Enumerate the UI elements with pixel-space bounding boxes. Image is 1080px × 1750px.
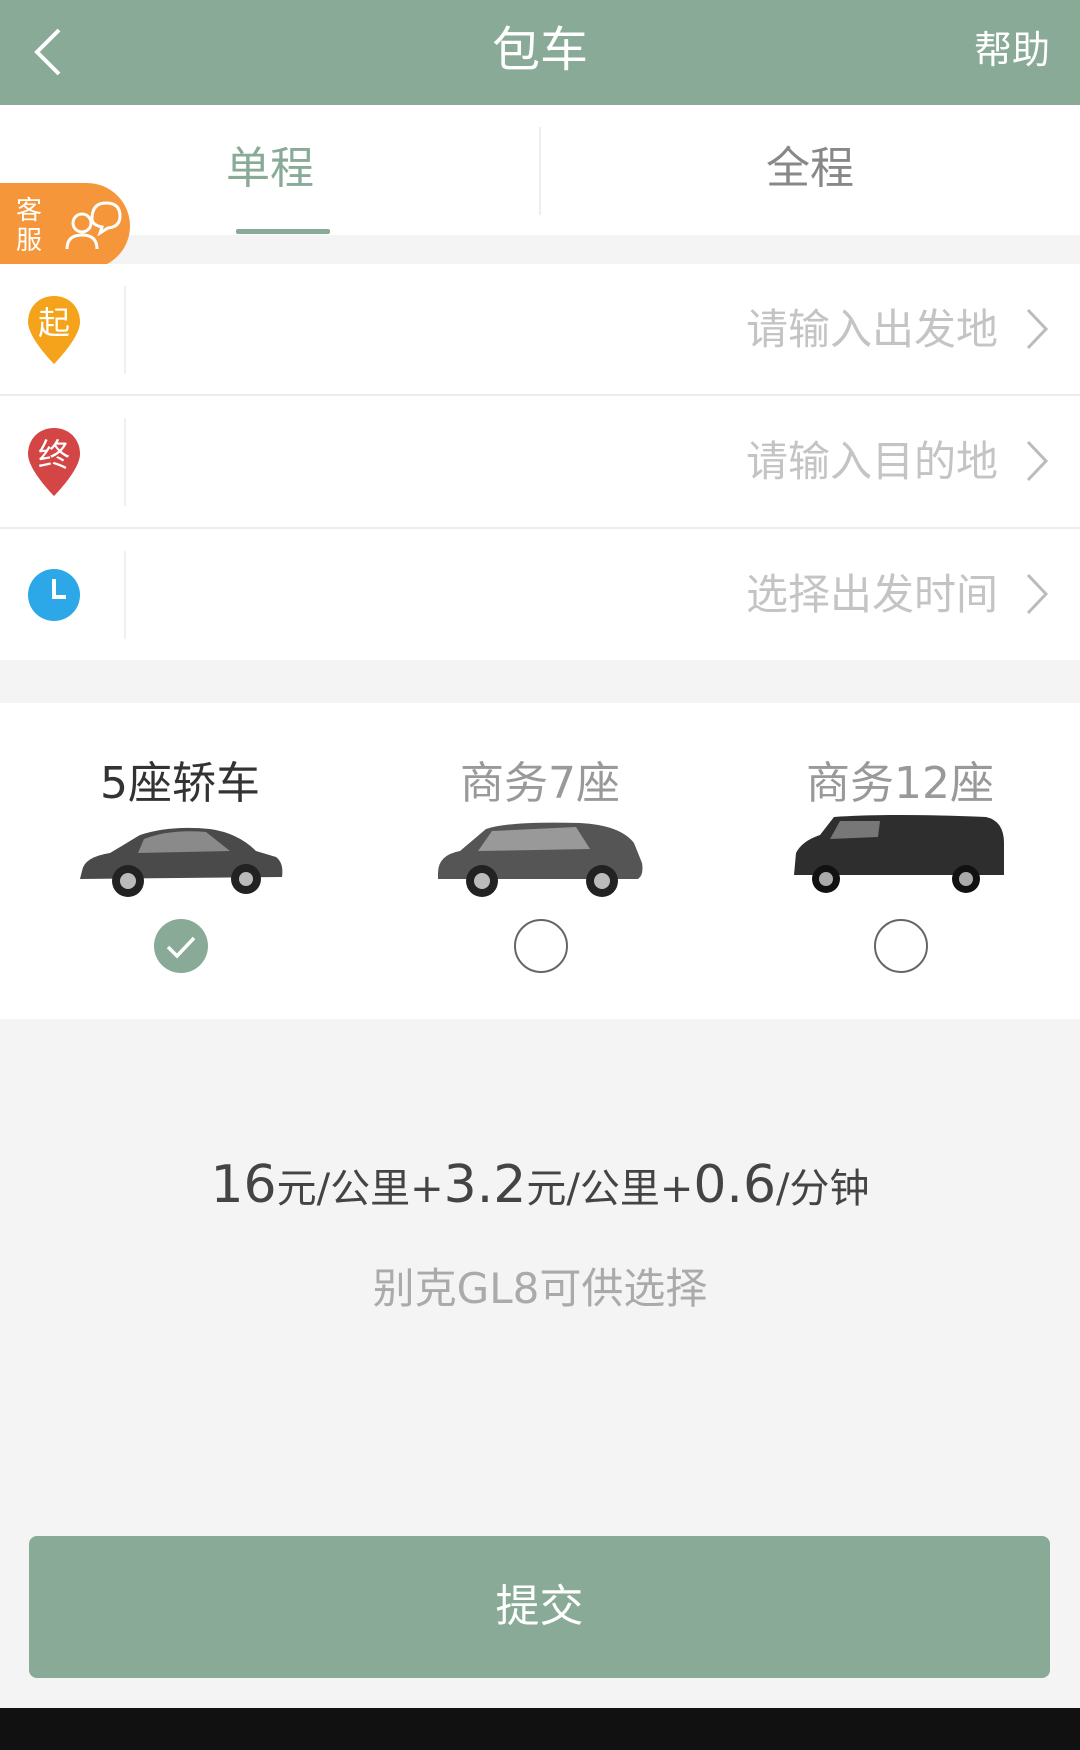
trip-type-tabs: 单程 全程 [0,105,1080,235]
active-tab-indicator [236,229,330,234]
checkmark-icon [166,936,196,959]
chevron-right-icon [1026,440,1049,482]
chevron-right-icon [1026,308,1049,350]
vehicle-name: 商务7座 [460,758,620,809]
minivan-image [438,822,643,897]
destination-row[interactable]: 终 请输入目的地 [0,396,1080,527]
page-title: 包车 [491,22,588,78]
customer-service-label: 客 服 [16,196,43,256]
system-navigation-bar [0,1708,1080,1750]
row-separator [124,418,126,506]
start-location-row[interactable]: 起 请输入出发地 [0,264,1080,395]
top-bar: 包车 帮助 [0,0,1080,105]
row-separator [124,551,126,639]
vehicle-note: 别克GL8可供选择 [372,1264,708,1313]
price-info: 16元/公里+3.2元/公里+0.6/分钟 [210,1155,870,1215]
start-pin-label: 起 [37,304,70,342]
submit-button[interactable]: 提交 [29,1536,1050,1678]
help-button[interactable]: 帮助 [974,0,1050,100]
end-pin-label: 终 [37,436,70,474]
vehicle-name: 商务12座 [806,758,994,809]
vehicle-radio[interactable] [874,919,928,973]
van-image [794,815,1004,893]
chevron-right-icon [1026,573,1049,615]
row-separator [124,286,126,374]
departure-time-input[interactable]: 选择出发时间 [746,529,998,660]
vehicle-option-sedan[interactable]: 5座轿车 [0,703,360,1019]
vehicle-radio[interactable] [514,919,568,973]
vehicle-option-business-7[interactable]: 商务7座 [360,703,720,1019]
tab-round-trip[interactable]: 全程 [540,105,1080,235]
vehicle-name: 5座轿车 [100,758,260,809]
vehicle-selector: 5座轿车 商务7座 商务12座 [0,703,1080,1019]
vehicle-radio-selected[interactable] [154,919,208,973]
sedan-car-image [80,827,283,897]
departure-time-row[interactable]: 选择出发时间 [0,529,1080,660]
customer-service-icon [65,201,122,250]
clock-icon [28,569,80,621]
customer-service-button[interactable]: 客 服 [0,183,130,269]
vehicle-option-business-12[interactable]: 商务12座 [720,703,1080,1019]
start-location-input[interactable]: 请输入出发地 [746,264,998,395]
destination-input[interactable]: 请输入目的地 [746,396,998,527]
